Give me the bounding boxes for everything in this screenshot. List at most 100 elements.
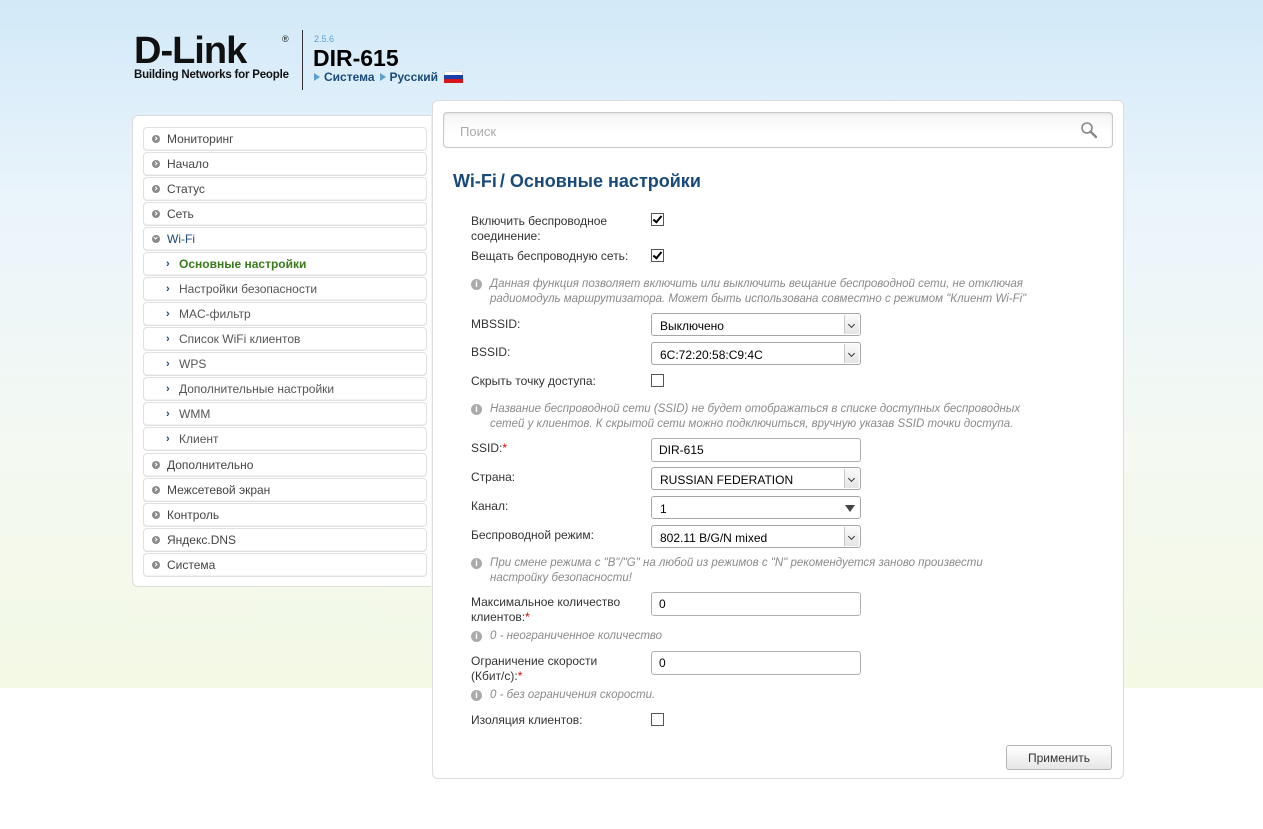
sidebar-item-label: Система: [167, 558, 216, 572]
chevron-right-icon: ›: [166, 433, 170, 445]
country-value: RUSSIAN FEDERATION: [660, 473, 794, 487]
sidebar-item-label: Основные настройки: [179, 257, 307, 271]
triangle-right-icon: [379, 73, 386, 81]
circle-arrow-icon: [152, 185, 160, 193]
chevron-right-icon: ›: [166, 308, 170, 320]
sidebar-subitem-advanced-settings[interactable]: › Дополнительные настройки: [143, 377, 427, 401]
main-panel: Wi-Fi/Основные настройки Включить беспро…: [432, 100, 1124, 779]
hide-ap-hint: i Название беспроводной сети (SSID) не б…: [471, 402, 1080, 432]
sidebar-item-control[interactable]: Контроль: [143, 503, 427, 527]
sidebar-item-system[interactable]: Система: [143, 553, 427, 577]
sidebar-item-wifi[interactable]: Wi-Fi: [143, 227, 427, 251]
bssid-value: 6C:72:20:58:C9:4C: [660, 348, 763, 362]
chevron-right-icon: ›: [166, 358, 170, 370]
sidebar-item-yandex-dns[interactable]: Яндекс.DNS: [143, 528, 427, 552]
firmware-version: 2.5.6: [314, 34, 335, 44]
dlink-logo: D-Link ® Building Networks for People: [134, 32, 294, 81]
mbssid-select[interactable]: Выключено: [651, 313, 861, 336]
sidebar-subitem-mac-filter[interactable]: › MAC-фильтр: [143, 302, 427, 326]
search-icon[interactable]: [1080, 121, 1098, 139]
mbssid-label: MBSSID:: [471, 317, 521, 331]
speed-limit-input[interactable]: [651, 651, 861, 675]
sidebar-item-label: WMM: [179, 407, 211, 421]
info-icon: i: [471, 631, 482, 642]
hide-ap-checkbox[interactable]: [651, 374, 664, 387]
header-links: Система Русский: [314, 70, 464, 84]
sidebar-subitem-wps[interactable]: › WPS: [143, 352, 427, 376]
circle-arrow-icon: [152, 536, 160, 544]
enable-wireless-checkbox[interactable]: [651, 213, 664, 226]
sidebar-item-monitoring[interactable]: Мониторинг: [143, 127, 427, 151]
chevron-down-icon: [844, 527, 859, 546]
triangle-down-icon: [845, 505, 855, 512]
sidebar-item-advanced[interactable]: Дополнительно: [143, 453, 427, 477]
sidebar-item-label: Wi-Fi: [167, 232, 195, 246]
ssid-label: SSID:*: [471, 441, 508, 455]
sidebar-item-label: Список WiFi клиентов: [179, 332, 301, 346]
model-name: DIR-615: [313, 45, 399, 71]
chevron-right-icon: ›: [166, 408, 170, 420]
max-clients-label: Максимальное количество клиентов:*: [471, 595, 621, 624]
sidebar-item-status[interactable]: Статус: [143, 177, 427, 201]
bssid-label: BSSID:: [471, 345, 511, 359]
logo-registered-mark: ®: [282, 34, 289, 44]
broadcast-checkbox[interactable]: [651, 249, 664, 262]
search-input[interactable]: [458, 121, 1062, 141]
language-link[interactable]: Русский: [390, 70, 439, 84]
chevron-right-icon: ›: [166, 258, 170, 270]
chevron-right-icon: ›: [166, 383, 170, 395]
channel-value: 1: [660, 502, 667, 516]
sidebar-subitem-client[interactable]: › Клиент: [143, 427, 427, 451]
sidebar-subitem-basic-settings[interactable]: › Основные настройки: [143, 252, 427, 276]
max-clients-hint: i 0 - неограниченное количество: [471, 629, 1080, 644]
header-divider: [302, 30, 303, 90]
required-mark: *: [525, 610, 530, 624]
broadcast-label: Вещать беспроводную сеть:: [471, 249, 629, 263]
hide-ap-label: Скрыть точку доступа:: [471, 374, 596, 388]
speed-limit-hint: i 0 - без ограничения скорости.: [471, 688, 1080, 703]
wireless-mode-value: 802.11 B/G/N mixed: [660, 531, 768, 545]
info-icon: i: [471, 279, 482, 290]
wireless-mode-label: Беспроводной режим:: [471, 528, 594, 542]
required-mark: *: [517, 669, 523, 683]
wireless-mode-hint: i При смене режима с "B"/"G" на любой из…: [471, 556, 1080, 586]
breadcrumb-separator: /: [499, 171, 505, 191]
circle-arrow-icon: [152, 210, 160, 218]
triangle-right-icon: [314, 73, 320, 81]
chevron-right-icon: ›: [166, 283, 170, 295]
russian-flag-icon[interactable]: [444, 71, 464, 83]
search-box: [443, 112, 1113, 148]
max-clients-input[interactable]: [651, 592, 861, 616]
sidebar-item-network[interactable]: Сеть: [143, 202, 427, 226]
sidebar-item-label: Начало: [167, 157, 209, 171]
bssid-select[interactable]: 6C:72:20:58:C9:4C: [651, 342, 861, 365]
page-title: Wi-Fi / Основные настройки: [453, 171, 701, 192]
wireless-mode-select[interactable]: 802.11 B/G/N mixed: [651, 525, 861, 548]
breadcrumb-wifi[interactable]: Wi-Fi: [453, 171, 497, 191]
sidebar-item-label: Дополнительно: [167, 458, 254, 472]
apply-button[interactable]: Применить: [1006, 745, 1112, 770]
sidebar-subitem-wmm[interactable]: › WMM: [143, 402, 427, 426]
country-select[interactable]: RUSSIAN FEDERATION: [651, 467, 861, 490]
circle-arrow-icon: [152, 160, 160, 168]
info-icon: i: [471, 558, 482, 569]
circle-arrow-icon: [152, 135, 160, 143]
circle-arrow-icon: [152, 486, 160, 494]
channel-select[interactable]: 1: [651, 496, 861, 519]
ssid-input[interactable]: [651, 438, 861, 462]
system-link[interactable]: Система: [324, 70, 375, 84]
sidebar-item-label: Статус: [167, 182, 205, 196]
circle-arrow-icon: [152, 461, 160, 469]
sidebar-item-start[interactable]: Начало: [143, 152, 427, 176]
circle-arrow-icon: [152, 511, 160, 519]
chevron-down-icon: [844, 315, 859, 334]
chevron-down-icon: [844, 344, 859, 363]
sidebar-subitem-wifi-clients[interactable]: › Список WiFi клиентов: [143, 327, 427, 351]
info-icon: i: [471, 690, 482, 701]
sidebar-subitem-security-settings[interactable]: › Настройки безопасности: [143, 277, 427, 301]
broadcast-hint: i Данная функция позволяет включить или …: [471, 277, 1080, 307]
sidebar-item-label: Клиент: [179, 432, 219, 446]
client-isolation-checkbox[interactable]: [651, 713, 664, 726]
required-mark: *: [502, 441, 508, 455]
sidebar-item-firewall[interactable]: Межсетевой экран: [143, 478, 427, 502]
